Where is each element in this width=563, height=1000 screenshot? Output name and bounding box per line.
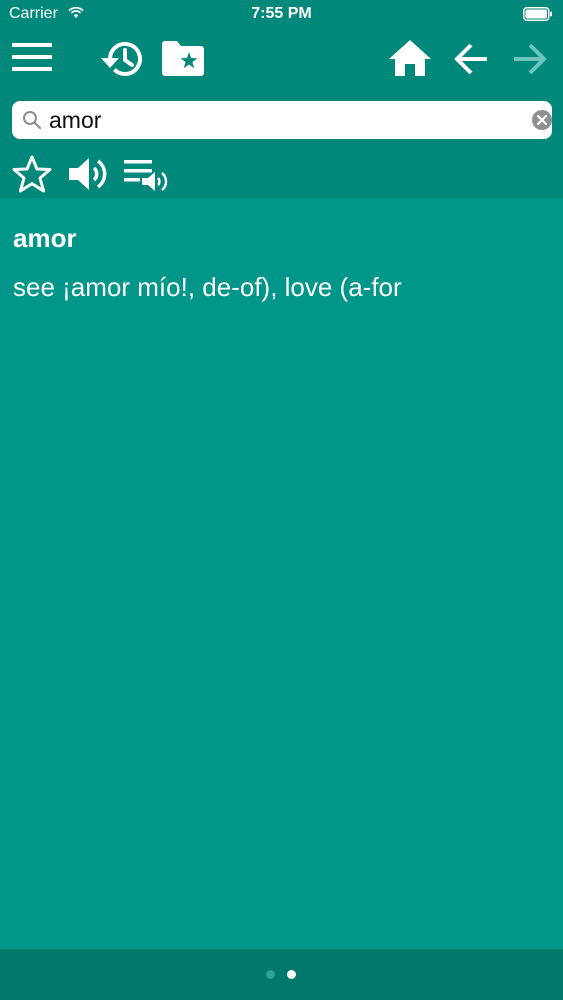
battery-icon bbox=[523, 7, 552, 21]
page-dot-2[interactable] bbox=[287, 970, 296, 979]
status-bar: Carrier 7:55 PM bbox=[0, 0, 563, 30]
search-input[interactable] bbox=[49, 105, 519, 135]
entry-headword: amor bbox=[13, 223, 77, 253]
forward-arrow-icon[interactable] bbox=[512, 43, 548, 75]
speaker-icon[interactable] bbox=[69, 156, 111, 192]
history-icon[interactable] bbox=[100, 40, 144, 78]
clear-search-icon[interactable] bbox=[532, 110, 552, 130]
search-icon bbox=[23, 111, 42, 130]
status-time: 7:55 PM bbox=[251, 5, 312, 22]
search-field[interactable] bbox=[12, 101, 552, 139]
back-arrow-icon[interactable] bbox=[453, 43, 489, 75]
entry-definition: see ¡amor mío!, de-of), love (a-for bbox=[13, 272, 402, 302]
star-icon[interactable] bbox=[12, 155, 52, 193]
playlist-audio-icon[interactable] bbox=[124, 158, 170, 192]
definition-panel: amor see ¡amor mío!, de-of), love (a-for bbox=[0, 198, 563, 949]
home-icon[interactable] bbox=[389, 40, 431, 76]
page-indicator-bar bbox=[0, 949, 563, 1000]
favorites-folder-icon[interactable] bbox=[162, 41, 204, 76]
page-dot-1[interactable] bbox=[266, 970, 275, 979]
menu-icon[interactable] bbox=[12, 42, 52, 73]
app-header: Carrier 7:55 PM bbox=[0, 0, 563, 198]
